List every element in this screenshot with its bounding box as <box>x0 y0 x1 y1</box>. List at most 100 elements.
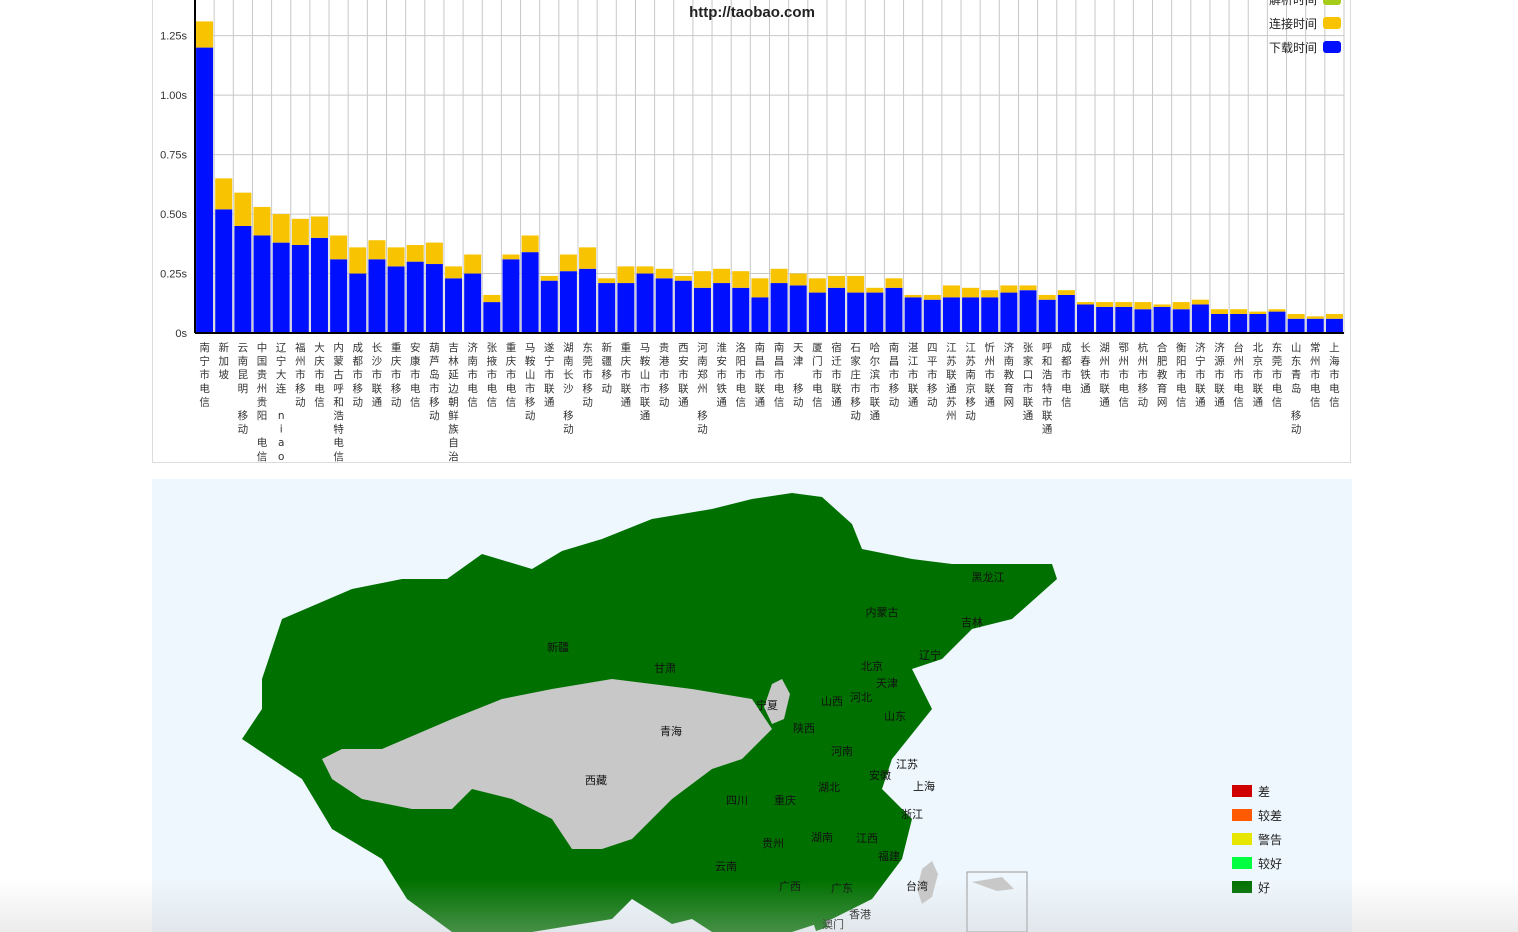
x-tick-label: 石家庄市移动 <box>850 342 861 422</box>
bar-segment <box>1211 313 1229 333</box>
province-label: 天津 <box>876 677 898 690</box>
y-tick-label: 1.00s <box>160 90 187 102</box>
province-label: 湖北 <box>818 781 840 794</box>
x-tick-label: 葫芦岛市移动 <box>429 342 440 422</box>
x-tick-label: 忻州市联通 <box>984 341 995 408</box>
bar-segment <box>1153 306 1171 333</box>
province-label: 吉林 <box>961 615 983 629</box>
bar-segment <box>674 280 692 333</box>
x-tick-label: 湛江市联通 <box>908 342 919 408</box>
legend-label: 差 <box>1258 784 1271 799</box>
bar-segment <box>579 268 597 333</box>
province-label: 江西 <box>856 832 878 845</box>
province-label: 福建 <box>878 849 900 863</box>
legend-label: 下载时间 <box>1269 41 1317 55</box>
province-label: 香港 <box>849 908 871 921</box>
province-label: 湖南 <box>811 831 833 844</box>
bar-segment <box>521 252 539 333</box>
bar-segment <box>885 278 903 288</box>
bar-segment <box>215 209 233 333</box>
legend-swatch <box>1323 17 1341 29</box>
bar-segment <box>502 254 520 260</box>
bar-segment <box>272 242 290 333</box>
bar-segment <box>1287 318 1305 333</box>
bar-segment <box>464 254 482 274</box>
bar-segment <box>1096 306 1114 333</box>
bar-segment <box>732 287 750 333</box>
map-legend-item: 警告 <box>1232 827 1282 851</box>
bar-segment <box>770 283 788 333</box>
x-tick-label: 济南市电信 <box>467 341 478 408</box>
bar-segment <box>655 278 673 333</box>
bar-segment <box>1038 294 1056 300</box>
x-tick-label: 衡阳市电信 <box>1176 342 1187 408</box>
x-tick-label: 济南教育网 <box>1004 341 1015 408</box>
bar-segment <box>445 278 463 333</box>
x-tick-label: 天津 移动 <box>793 342 804 408</box>
province-label: 浙江 <box>901 808 923 821</box>
x-tick-label: 张家口市联通 <box>1023 342 1034 422</box>
bar-segment <box>1172 302 1190 310</box>
province-label: 广西 <box>779 880 801 893</box>
bar-segment <box>540 280 558 333</box>
province-label: 陕西 <box>793 721 815 735</box>
province-label: 内蒙古 <box>866 605 899 619</box>
x-tick-label: 湖南长沙 移动 <box>563 342 574 436</box>
china-status-map: 新疆 甘肃 青海 西藏 宁夏 内蒙古 黑龙江 吉林 辽宁 北京 天津 河北 山西 山东 陕西 河南 江苏 安徽 上海… <box>152 479 1352 932</box>
bar-segment <box>1019 285 1037 291</box>
map-legend-item: 差 <box>1232 779 1282 803</box>
x-tick-label: 鄂州市电信 <box>1119 342 1130 408</box>
bar-segment <box>310 237 328 333</box>
bar-segment <box>253 206 271 236</box>
legend-swatch <box>1232 785 1252 797</box>
bar-segment <box>789 273 807 286</box>
x-tick-label: 安康市电信 <box>410 341 421 408</box>
bar-segment <box>1249 311 1267 314</box>
x-tick-label: 大庆市电信 <box>314 341 325 408</box>
x-tick-label: 南昌市联通 <box>755 341 766 408</box>
bar-segment <box>368 240 386 260</box>
province-label: 辽宁 <box>919 648 941 662</box>
province-label: 甘肃 <box>654 662 676 675</box>
x-tick-label: 东莞市电信 <box>1272 341 1283 408</box>
bar-segment <box>598 278 616 284</box>
bar-segment <box>1268 311 1286 333</box>
bar-segment <box>425 242 443 265</box>
bar-segment <box>234 225 252 333</box>
bar-segment <box>713 283 731 333</box>
bar-segment <box>1115 302 1133 307</box>
province-label: 黑龙江 <box>972 571 1005 584</box>
bar-segment <box>904 297 922 333</box>
map-legend: 差较差 警告 较好好 <box>1232 779 1282 899</box>
x-tick-label: 四平市移动 <box>927 342 938 408</box>
bar-segment <box>847 292 865 333</box>
y-tick-label: 0s <box>175 328 187 340</box>
x-tick-label: 台州市电信 <box>1233 341 1244 408</box>
x-tick-label: 遂宁市联通 <box>544 341 555 408</box>
response-time-chart: 0s 0.25s 0.50s 0.75s 1.00s 1.25s 南宁市电信 新加坡 云南昆明… <box>152 0 1351 463</box>
bar-segment <box>579 247 597 269</box>
x-tick-label: 南昌市电信 <box>774 341 785 408</box>
bar-segment <box>1134 309 1152 333</box>
bar-segment <box>847 275 865 293</box>
x-tick-label: 南宁市电信 <box>199 341 210 408</box>
bar-segment <box>1306 318 1324 333</box>
x-tick-label: 常州市电信 <box>1310 341 1321 408</box>
bar-segment <box>559 254 577 272</box>
x-tick-label: 济宁市联通 <box>1195 341 1206 408</box>
bar-segment <box>885 287 903 333</box>
x-tick-label: 洛阳市电信 <box>736 341 747 408</box>
bar-segment <box>1211 309 1229 314</box>
bar-segment <box>406 261 424 333</box>
x-tick-label: 哈尔滨市联通 <box>870 341 881 422</box>
chart-legend: 解析时间连接时间下载时间 <box>1269 0 1341 55</box>
bar-segment <box>445 266 463 279</box>
bar-segment <box>962 287 980 298</box>
x-tick-label: 长春铁通 <box>1080 342 1091 395</box>
bar-segment <box>751 297 769 333</box>
bar-segment <box>1230 309 1248 314</box>
y-tick-label: 1.25s <box>160 31 187 43</box>
map-legend-item: 较好 <box>1232 851 1282 875</box>
bar-segment <box>540 275 558 281</box>
x-tick-label: 重庆市联通 <box>621 341 632 408</box>
